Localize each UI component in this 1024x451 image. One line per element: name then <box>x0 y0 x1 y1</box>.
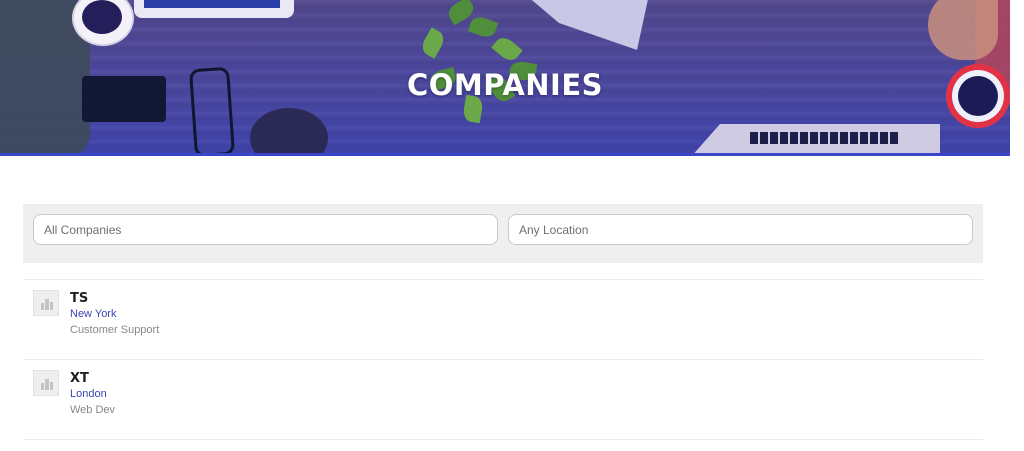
company-category: Customer Support <box>70 324 160 336</box>
company-search-form <box>23 204 983 263</box>
hero-banner: COMPANIES <box>0 0 1010 153</box>
company-logo <box>33 290 59 316</box>
laptop-image <box>690 124 940 153</box>
company-name[interactable]: TS <box>70 291 88 306</box>
companies-page: COMPANIES TS New York Customer Support <box>0 0 1024 451</box>
company-list: TS New York Customer Support XT London W… <box>23 279 983 440</box>
hero-accent-bar <box>0 153 1010 156</box>
company-category: Web Dev <box>70 404 116 416</box>
building-icon <box>41 379 53 390</box>
company-list-item[interactable]: XT London Web Dev <box>23 359 983 440</box>
company-location: New York <box>70 308 117 320</box>
building-icon <box>41 299 53 310</box>
location-search-input[interactable] <box>508 214 973 245</box>
company-logo <box>33 370 59 396</box>
company-name[interactable]: XT <box>70 371 89 386</box>
company-list-item[interactable]: TS New York Customer Support <box>23 279 983 359</box>
company-location: London <box>70 388 107 400</box>
company-search-input[interactable] <box>33 214 498 245</box>
tablet-image <box>134 0 294 18</box>
page-title: COMPANIES <box>406 68 604 102</box>
